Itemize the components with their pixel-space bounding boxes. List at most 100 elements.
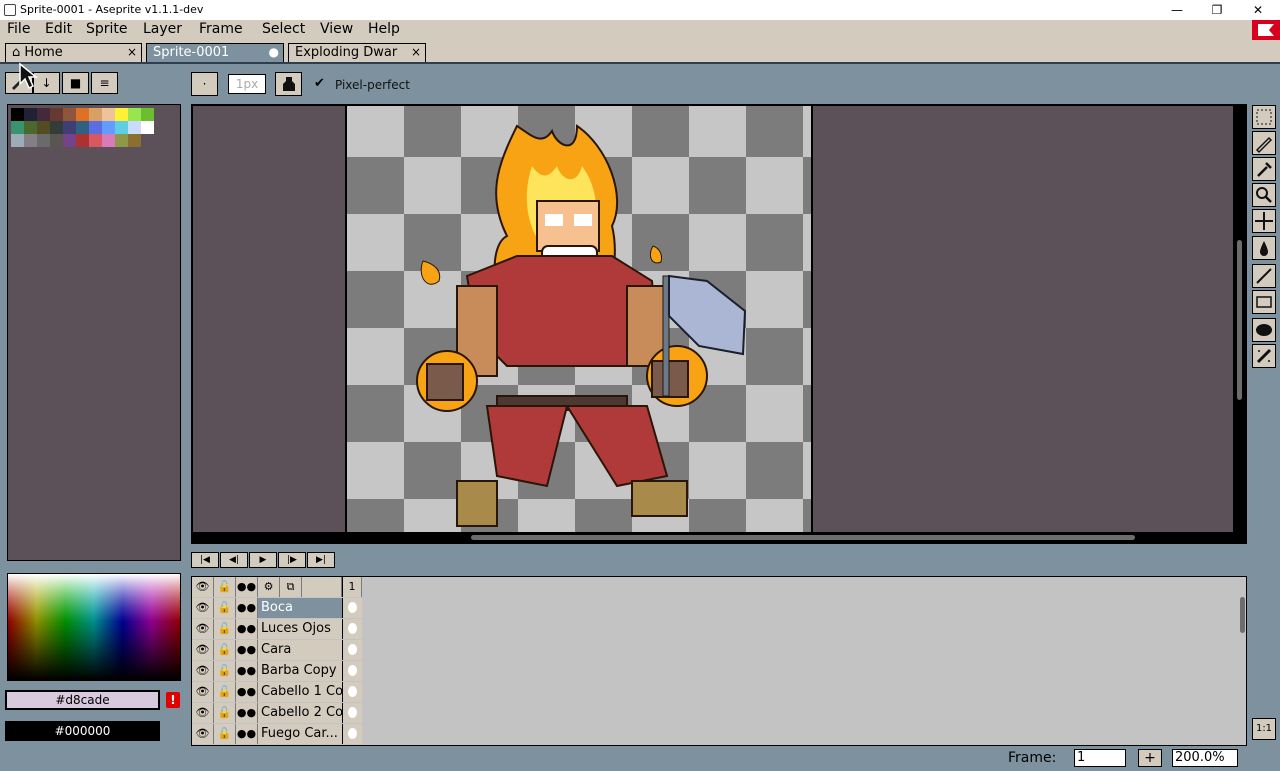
background-color-button[interactable]: #000000 (5, 721, 160, 741)
gear-icon[interactable]: ⚙ (258, 577, 280, 597)
eye-icon[interactable]: 👁 (192, 724, 214, 744)
lock-icon[interactable]: 🔓 (214, 703, 236, 723)
next-frame-button[interactable]: |▶ (278, 552, 306, 568)
lock-icon[interactable]: 🔓 (214, 682, 236, 702)
previous-frame-button[interactable]: ◀| (220, 552, 248, 568)
palette-swatch[interactable] (63, 108, 76, 121)
eye-icon[interactable]: 👁 (192, 598, 214, 618)
layer-name[interactable]: Barba Copy (258, 661, 342, 681)
layer-cel[interactable] (342, 703, 362, 723)
restore-button[interactable]: ❐ (1197, 0, 1237, 20)
layer-row[interactable]: 👁🔓●●Cabello 1 Copy (192, 682, 362, 703)
layer-row[interactable]: 👁 🔓 ●● Cara (192, 640, 362, 661)
tab-modified-icon[interactable]: ● (269, 45, 279, 59)
layer-row[interactable]: 👁 🔓 ●● Luces Ojos (192, 619, 362, 640)
palette-swatch[interactable] (37, 108, 50, 121)
menu-file[interactable]: File (7, 21, 30, 37)
palette-swatch[interactable] (24, 134, 37, 147)
onion-header-icon[interactable]: ●● (236, 577, 258, 597)
palette-swatch[interactable] (128, 121, 141, 134)
palette-swatch[interactable] (141, 108, 154, 121)
layer-row[interactable]: 👁🔓●●Cabello 2 Copy (192, 703, 362, 724)
onion-skin-icon[interactable]: ●● (236, 661, 258, 681)
add-frame-button[interactable]: + (1138, 749, 1162, 767)
onion-skin-icon[interactable]: ●● (236, 703, 258, 723)
palette-swatch[interactable] (63, 121, 76, 134)
layers-icon[interactable]: ⧉ (280, 577, 302, 597)
palette-swatch[interactable] (76, 121, 89, 134)
lock-icon[interactable]: 🔓 (214, 724, 236, 744)
tool-ellipse[interactable] (1252, 318, 1276, 342)
menu-frame[interactable]: Frame (199, 21, 243, 37)
layer-cel[interactable] (342, 619, 362, 639)
eye-header-icon[interactable]: 👁 (192, 577, 214, 597)
palette-swatch[interactable] (76, 134, 89, 147)
first-frame-button[interactable]: |◀ (191, 552, 219, 568)
tool-rectangle[interactable] (1252, 290, 1276, 314)
tab-close-icon[interactable]: × (127, 45, 137, 59)
palette-swatch[interactable] (63, 134, 76, 147)
palette-swatch[interactable] (76, 108, 89, 121)
tool-spray[interactable] (1252, 344, 1276, 368)
onion-skin-icon[interactable]: ●● (236, 598, 258, 618)
tab-sprite-0001[interactable]: Sprite-0001 ● (146, 43, 284, 62)
tool-move[interactable] (1252, 209, 1276, 233)
layer-name[interactable]: Boca (258, 598, 342, 618)
tool-paint-bucket[interactable] (1252, 236, 1276, 260)
palette-swatch[interactable] (89, 108, 102, 121)
palette-swatch[interactable] (37, 121, 50, 134)
palette-swatch[interactable] (50, 134, 63, 147)
tab-close-icon[interactable]: × (411, 45, 421, 59)
layer-cel[interactable] (342, 661, 362, 681)
horizontal-scrollbar[interactable] (193, 532, 1233, 542)
lock-icon[interactable]: 🔓 (214, 661, 236, 681)
layer-cel[interactable] (342, 598, 362, 618)
scrollbar-thumb[interactable] (1240, 597, 1245, 633)
vertical-scrollbar[interactable] (1233, 106, 1245, 542)
palette-swatch[interactable] (115, 108, 128, 121)
layer-cel[interactable] (342, 640, 362, 660)
eye-icon[interactable]: 👁 (192, 682, 214, 702)
palette-swatch[interactable] (50, 121, 63, 134)
lock-icon[interactable]: 🔓 (214, 598, 236, 618)
layer-row[interactable]: 👁 🔓 ●● Barba Copy (192, 661, 362, 682)
layer-name[interactable]: Cabello 1 Copy (258, 682, 342, 702)
palette-swatch[interactable] (11, 134, 24, 147)
tool-pencil[interactable] (1252, 131, 1276, 155)
eye-icon[interactable]: 👁 (192, 703, 214, 723)
scrollbar-thumb[interactable] (1237, 240, 1242, 400)
minimize-button[interactable]: — (1157, 0, 1197, 20)
layer-row[interactable]: 👁 🔓 ●● Fuego Car... (192, 724, 362, 745)
close-button[interactable]: ✕ (1238, 0, 1278, 20)
tool-line[interactable] (1252, 264, 1276, 288)
lock-header-icon[interactable]: 🔓 (214, 577, 236, 597)
onion-skin-icon[interactable]: ●● (236, 619, 258, 639)
layer-name[interactable]: Fuego Car... (258, 724, 342, 744)
palette-swatch[interactable] (102, 108, 115, 121)
foreground-color-button[interactable]: #d8cade (5, 690, 160, 710)
eye-icon[interactable]: 👁 (192, 640, 214, 660)
onion-skin-icon[interactable]: ●● (236, 640, 258, 660)
palette-swatch[interactable] (115, 134, 128, 147)
palette-swatch[interactable] (11, 121, 24, 134)
tab-home[interactable]: ⌂ Home × (5, 43, 142, 62)
tab-exploding-dwarf[interactable]: Exploding Dwar × (288, 43, 426, 62)
brush-type-button[interactable]: · (191, 72, 218, 96)
menu-select[interactable]: Select (262, 21, 305, 37)
zoom-fit-button[interactable]: 1:1 (1252, 718, 1276, 740)
menu-view[interactable]: View (320, 21, 353, 37)
palette-swatch[interactable] (24, 121, 37, 134)
layer-cel[interactable] (342, 724, 362, 744)
zoom-field[interactable]: 200.0% (1172, 749, 1238, 767)
lock-icon[interactable]: 🔓 (214, 619, 236, 639)
layer-cel[interactable] (342, 682, 362, 702)
palette-swatch[interactable] (115, 121, 128, 134)
sprite-canvas[interactable] (345, 106, 813, 532)
scrollbar-thumb[interactable] (471, 535, 1135, 540)
warning-icon[interactable]: ! (166, 692, 180, 708)
palette-swatch[interactable] (89, 121, 102, 134)
palette-swatch[interactable] (128, 108, 141, 121)
layer-name[interactable]: Luces Ojos (258, 619, 342, 639)
tool-zoom[interactable] (1252, 183, 1276, 207)
brush-size-field[interactable]: 1px (228, 74, 266, 94)
